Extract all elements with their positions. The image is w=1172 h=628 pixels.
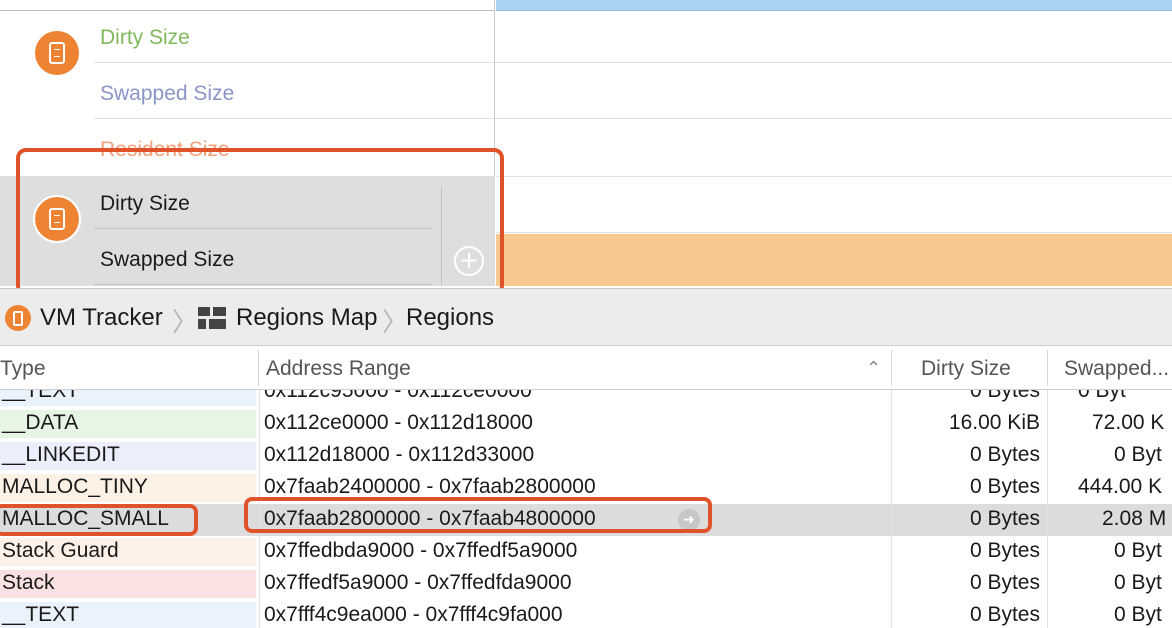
cell-address-range: 0x112ce0000 - 0x112d18000: [264, 411, 533, 434]
cell-address-range: 0x7ffedf5a9000 - 0x7ffedfda9000: [264, 571, 572, 594]
memory-chip-icon: [5, 305, 31, 331]
column-divider[interactable]: [1047, 350, 1048, 386]
column-divider[interactable]: [891, 350, 892, 386]
cell-type: __LINKEDIT: [2, 443, 120, 466]
cell-dirty-size: 0 Bytes: [969, 603, 1040, 626]
cell-swapped-size: 0 Byt: [1114, 539, 1162, 562]
regions-map-icon: [198, 307, 226, 329]
track-label-resident-size: Resident Size: [100, 138, 230, 161]
chevron-right-icon: 〉: [382, 308, 409, 338]
column-divider[interactable]: [258, 350, 259, 386]
cell-dirty-size: 0 Bytes: [969, 539, 1040, 562]
cell-swapped-size: 0 Byt: [1114, 603, 1162, 626]
cell-address-range: 0x7faab2800000 - 0x7faab4800000: [264, 507, 596, 530]
divider: [94, 118, 1172, 119]
column-divider: [1047, 390, 1048, 628]
column-header-type[interactable]: Type: [0, 357, 46, 381]
divider: [0, 10, 495, 11]
cell-type: MALLOC_SMALL: [2, 507, 169, 530]
upper-track-graph: [496, 0, 1172, 11]
track-label-swapped-size: Swapped Size: [100, 82, 235, 105]
cell-dirty-size: 0 Bytes: [969, 475, 1040, 498]
add-circle-icon[interactable]: +: [454, 246, 484, 276]
cell-type: __TEXT: [2, 390, 80, 402]
cell-type: Stack Guard: [2, 539, 119, 562]
sort-ascending-icon: ⌃: [866, 358, 882, 379]
cell-type: MALLOC_TINY: [2, 475, 148, 498]
breadcrumb-regions[interactable]: Regions: [406, 304, 494, 332]
table-header: Type Address Range ⌃ Dirty Size Swapped.…: [0, 346, 1172, 390]
table-row[interactable]: __LINKEDIT 0x112d18000 - 0x112d33000 0 B…: [0, 440, 1172, 472]
cell-dirty-size: 0 Bytes: [969, 390, 1040, 402]
go-arrow-icon[interactable]: ➜: [678, 509, 700, 531]
table-row-selected[interactable]: MALLOC_SMALL 0x7faab2800000 - 0x7faab480…: [0, 504, 1172, 536]
cell-address-range: 0x112d18000 - 0x112d33000: [264, 443, 535, 466]
regions-table: __TEXT 0x112c95000 - 0x112ce0000 0 Bytes…: [0, 390, 1172, 628]
track-label-dirty-size-selected: Dirty Size: [100, 192, 190, 215]
cell-type: __DATA: [2, 411, 79, 434]
table-row[interactable]: __TEXT 0x7fff4c9ea000 - 0x7fff4c9fa000 0…: [0, 600, 1172, 628]
table-row[interactable]: __TEXT 0x112c95000 - 0x112ce0000 0 Bytes…: [0, 390, 1172, 408]
cell-swapped-size: 72.00 K: [1092, 411, 1165, 434]
column-header-dirty-size[interactable]: Dirty Size: [921, 357, 1011, 381]
divider: [94, 228, 432, 229]
divider: [496, 176, 1172, 177]
memory-chip-icon: [35, 31, 79, 75]
track-label-dirty-size: Dirty Size: [100, 26, 190, 49]
column-divider: [259, 390, 260, 628]
divider: [94, 62, 1172, 63]
breadcrumb-regions-map[interactable]: Regions Map: [236, 304, 377, 332]
cell-swapped-size: 0 Byt: [1114, 443, 1162, 466]
table-row[interactable]: MALLOC_TINY 0x7faab2400000 - 0x7faab2800…: [0, 472, 1172, 504]
track-label-swapped-size-selected: Swapped Size: [100, 248, 235, 271]
cell-swapped-size: 2.08 M: [1102, 507, 1167, 530]
table-row[interactable]: Stack Guard 0x7ffedbda9000 - 0x7ffedf5a9…: [0, 536, 1172, 568]
cell-swapped-size: 0 Byt: [1078, 390, 1126, 402]
divider: [94, 284, 432, 285]
cell-type: Stack: [2, 571, 55, 594]
column-header-swapped-size[interactable]: Swapped...: [1064, 357, 1169, 381]
cell-address-range: 0x112c95000 - 0x112ce0000: [264, 390, 532, 402]
cell-dirty-size: 0 Bytes: [969, 443, 1040, 466]
instrument-tracks: Dirty Size Swapped Size Resident Size Di…: [0, 0, 1172, 288]
column-divider: [891, 390, 892, 628]
column-header-address-range[interactable]: Address Range: [266, 357, 411, 381]
table-row[interactable]: Stack 0x7ffedf5a9000 - 0x7ffedfda9000 0 …: [0, 568, 1172, 600]
panel-divider: [494, 0, 495, 178]
cell-dirty-size: 16.00 KiB: [948, 411, 1040, 434]
cell-address-range: 0x7fff4c9ea000 - 0x7fff4c9fa000: [264, 603, 563, 626]
divider: [441, 186, 442, 286]
chevron-right-icon: 〉: [172, 308, 199, 338]
table-row[interactable]: __DATA 0x112ce0000 - 0x112d18000 16.00 K…: [0, 408, 1172, 440]
cell-dirty-size: 0 Bytes: [969, 571, 1040, 594]
divider: [496, 232, 1172, 233]
cell-address-range: 0x7ffedbda9000 - 0x7ffedf5a9000: [264, 539, 578, 562]
cell-swapped-size: 0 Byt: [1114, 571, 1162, 594]
breadcrumb-vm-tracker[interactable]: VM Tracker: [40, 304, 163, 332]
icon-ring: [33, 195, 81, 243]
cell-address-range: 0x7faab2400000 - 0x7faab2800000: [264, 475, 596, 498]
cell-dirty-size: 0 Bytes: [969, 507, 1040, 530]
cell-swapped-size: 444.00 K: [1078, 475, 1163, 498]
cell-type: __TEXT: [2, 603, 80, 626]
allocation-track-graph: [496, 234, 1172, 286]
